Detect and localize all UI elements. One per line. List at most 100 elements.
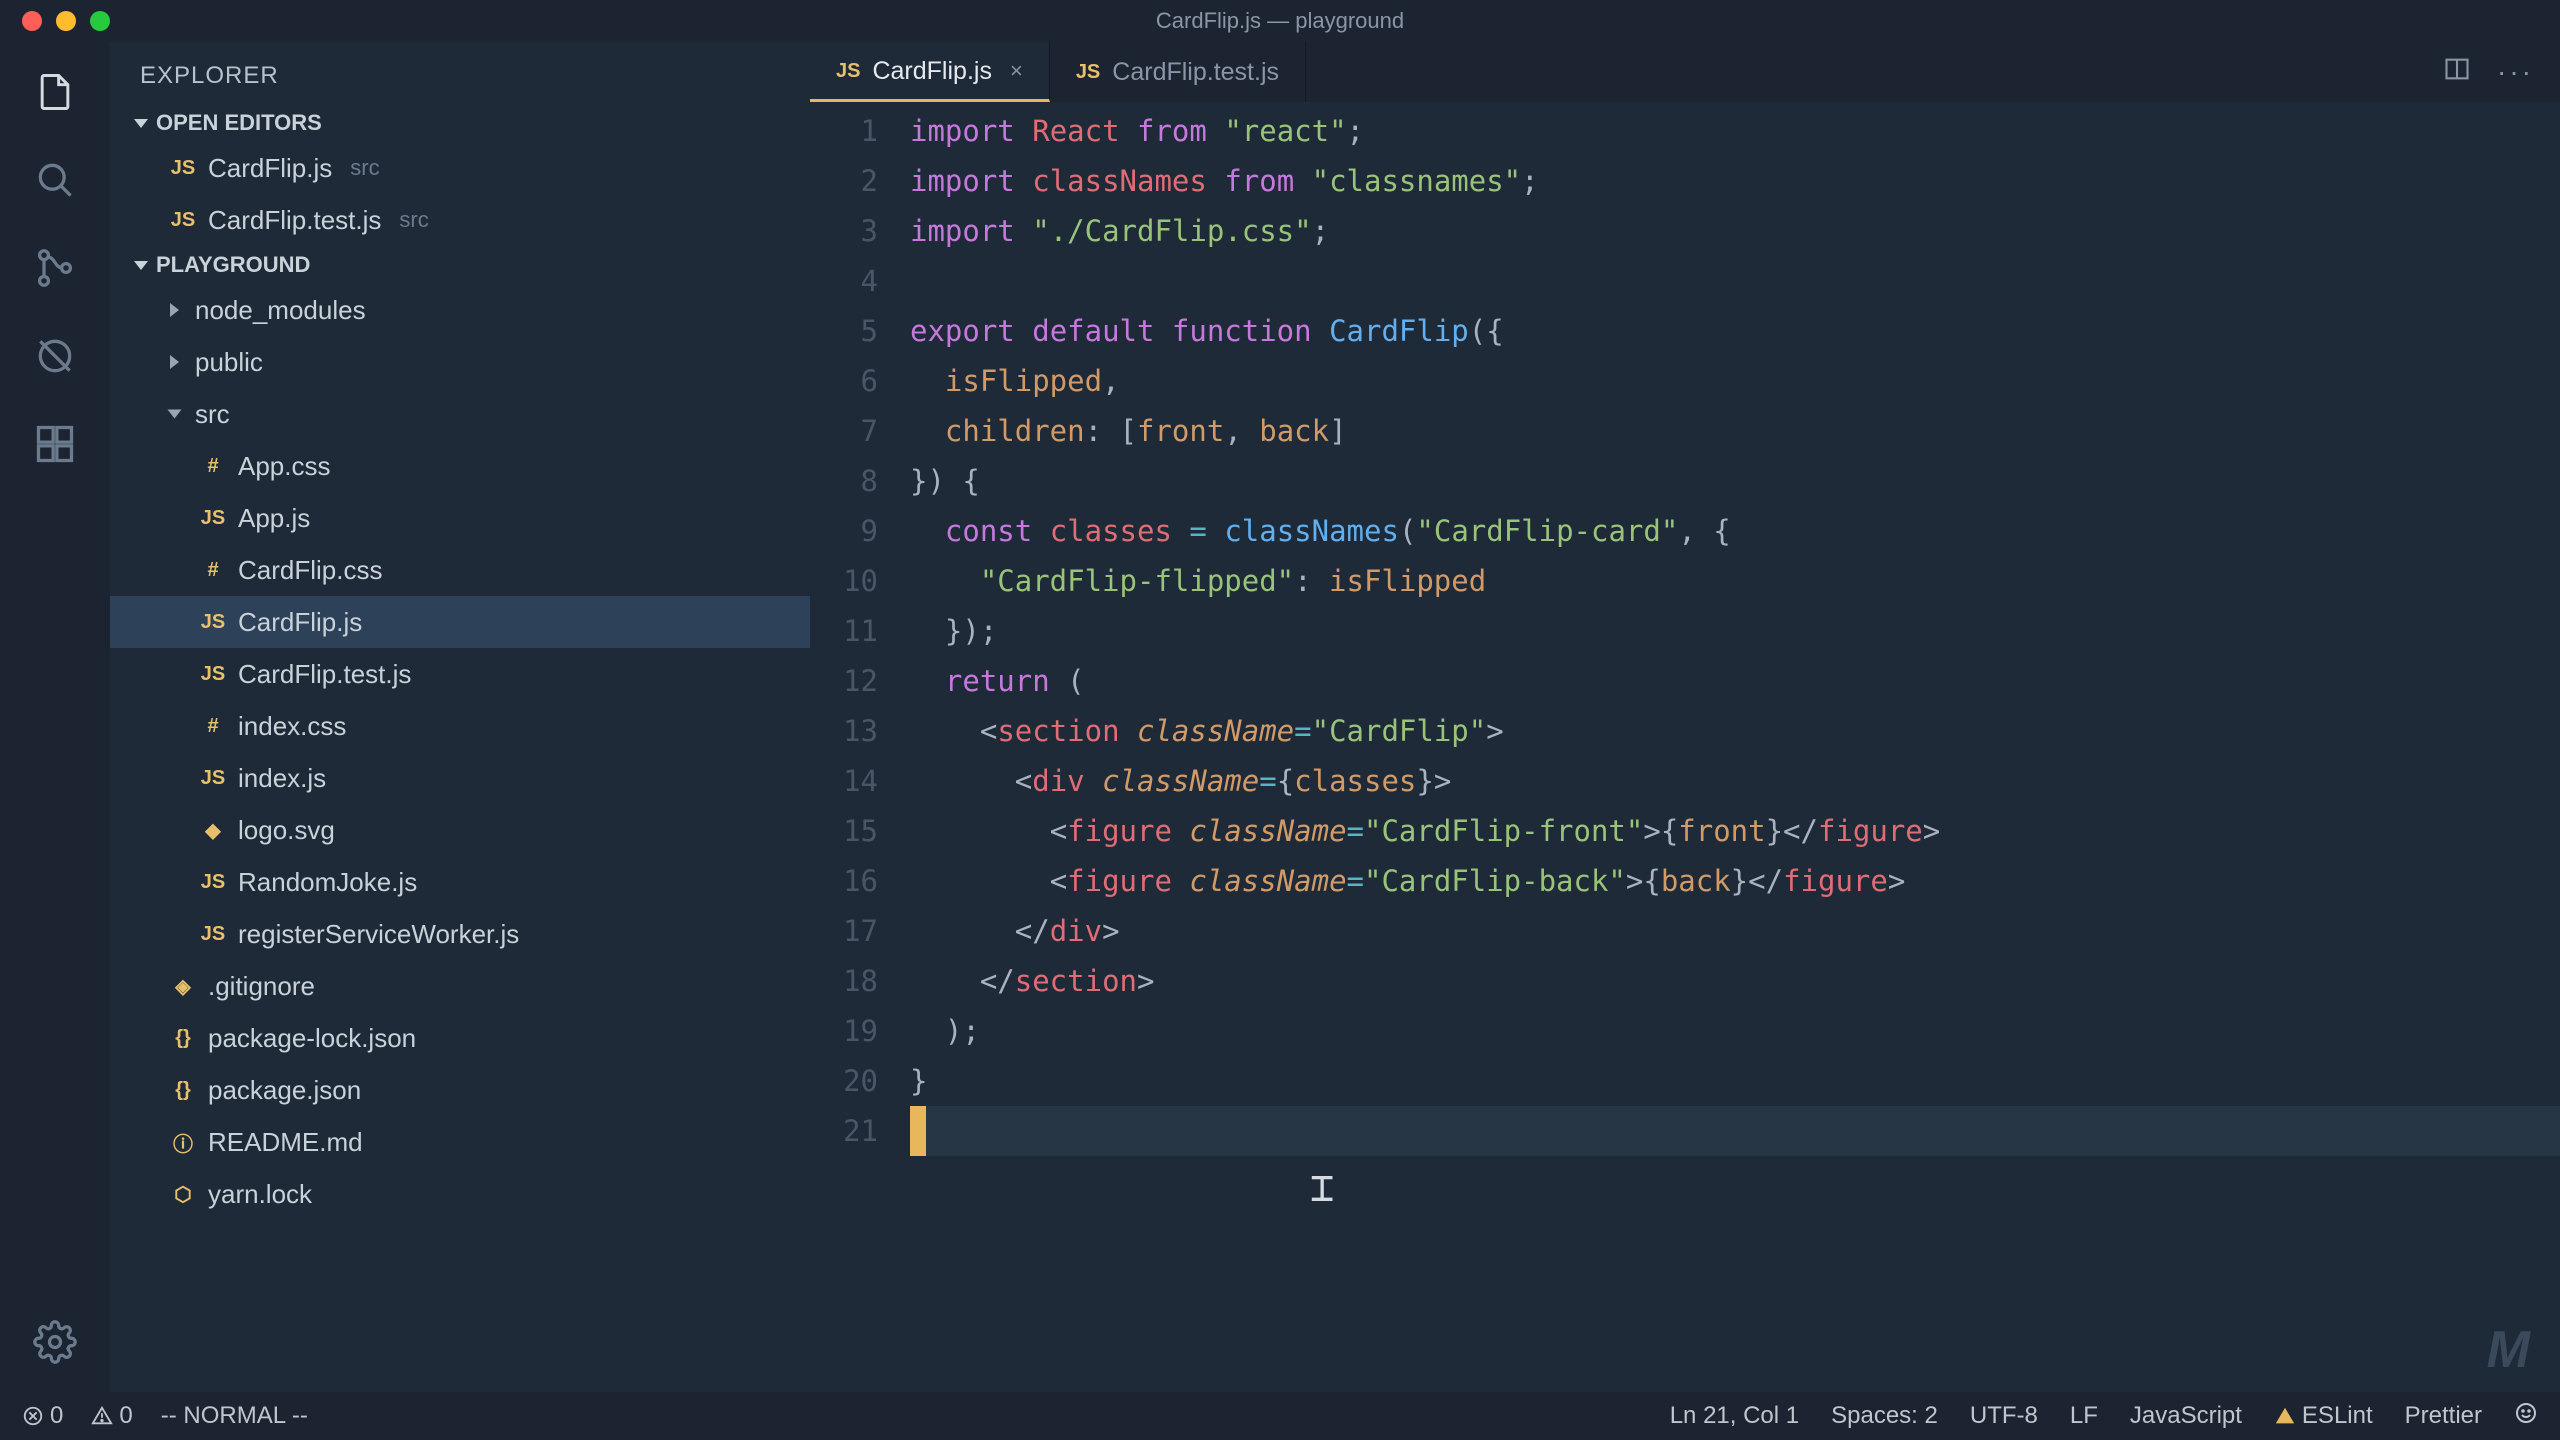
sidebar-title: EXPLORER (110, 42, 810, 104)
code-line[interactable]: ); (910, 1006, 2560, 1056)
file-type-icon: JS (200, 871, 226, 894)
chevron-icon (170, 303, 179, 317)
more-actions-icon[interactable]: ··· (2497, 56, 2534, 88)
file-item[interactable]: JSApp.js (110, 492, 810, 544)
window-minimize-button[interactable] (56, 11, 76, 31)
source-control-icon[interactable] (33, 246, 77, 290)
code-line[interactable]: export default function CardFlip({ (910, 306, 2560, 356)
cursor (910, 1106, 926, 1156)
file-type-icon: # (200, 455, 226, 478)
file-item[interactable]: JSCardFlip.test.js (110, 648, 810, 700)
project-header[interactable]: PLAYGROUND (110, 246, 810, 284)
indentation[interactable]: Spaces: 2 (1831, 1402, 1938, 1430)
open-editor-item[interactable]: JSCardFlip.jssrc (110, 142, 810, 194)
folder-item[interactable]: node_modules (110, 284, 810, 336)
status-warnings[interactable]: 0 (91, 1402, 132, 1430)
code-line[interactable]: isFlipped, (910, 356, 2560, 406)
file-item[interactable]: ⓘREADME.md (110, 1116, 810, 1168)
code-line[interactable]: const classes = classNames("CardFlip-car… (910, 506, 2560, 556)
chevron-icon (168, 410, 182, 419)
formatter[interactable]: Prettier (2405, 1402, 2482, 1430)
code-line[interactable] (910, 1106, 2560, 1156)
file-type-icon: {} (170, 1079, 196, 1102)
code-line[interactable]: return ( (910, 656, 2560, 706)
window-maximize-button[interactable] (90, 11, 110, 31)
code-editor[interactable]: 123456789101112131415161718192021 ⌶ impo… (810, 102, 2560, 1392)
file-item[interactable]: {}package-lock.json (110, 1012, 810, 1064)
editor-area: JSCardFlip.js×JSCardFlip.test.js ··· 123… (810, 42, 2560, 1392)
code-line[interactable]: } (910, 1056, 2560, 1106)
js-file-icon: JS (1076, 61, 1100, 84)
code-line[interactable]: import "./CardFlip.css"; (910, 206, 2560, 256)
code-line[interactable]: children: [front, back] (910, 406, 2560, 456)
titlebar: CardFlip.js — playground (0, 0, 2560, 42)
file-type-icon: {} (170, 1027, 196, 1050)
code-line[interactable]: import React from "react"; (910, 106, 2560, 156)
watermark-logo: M (2487, 1320, 2530, 1380)
file-item[interactable]: JSindex.js (110, 752, 810, 804)
file-item[interactable]: JSCardFlip.js (110, 596, 810, 648)
code-line[interactable]: </div> (910, 906, 2560, 956)
split-editor-icon[interactable] (2443, 55, 2471, 90)
code-line[interactable] (910, 256, 2560, 306)
file-type-icon: ◈ (170, 974, 196, 999)
cursor-position[interactable]: Ln 21, Col 1 (1670, 1402, 1799, 1430)
chevron-down-icon (134, 261, 148, 270)
code-line[interactable]: <figure className="CardFlip-back">{back}… (910, 856, 2560, 906)
tab-bar: JSCardFlip.js×JSCardFlip.test.js ··· (810, 42, 2560, 102)
chevron-icon (170, 355, 179, 369)
file-type-icon: # (200, 559, 226, 582)
debug-icon[interactable] (33, 334, 77, 378)
file-item[interactable]: #index.css (110, 700, 810, 752)
file-type-icon: JS (200, 663, 226, 686)
editor-tab[interactable]: JSCardFlip.js× (810, 42, 1050, 102)
text-cursor-icon: ⌶ (1310, 1174, 1334, 1202)
close-tab-icon[interactable]: × (1010, 58, 1023, 84)
code-content[interactable]: ⌶ import React from "react";import class… (910, 102, 2560, 1392)
search-icon[interactable] (33, 158, 77, 202)
code-line[interactable]: }); (910, 606, 2560, 656)
chevron-down-icon (134, 119, 148, 128)
status-errors[interactable]: 0 (22, 1402, 63, 1430)
file-item[interactable]: #CardFlip.css (110, 544, 810, 596)
settings-gear-icon[interactable] (33, 1320, 77, 1364)
file-item[interactable]: ◈.gitignore (110, 960, 810, 1012)
file-type-icon: JS (200, 507, 226, 530)
file-type-icon: ⬡ (170, 1182, 196, 1207)
sidebar: EXPLORER OPEN EDITORS JSCardFlip.jssrcJS… (110, 42, 810, 1392)
code-line[interactable]: </section> (910, 956, 2560, 1006)
code-line[interactable]: "CardFlip-flipped": isFlipped (910, 556, 2560, 606)
file-item[interactable]: {}package.json (110, 1064, 810, 1116)
extensions-icon[interactable] (33, 422, 77, 466)
code-line[interactable]: <section className="CardFlip"> (910, 706, 2560, 756)
js-file-icon: JS (836, 60, 860, 83)
line-number-gutter: 123456789101112131415161718192021 (810, 102, 910, 1392)
open-editor-item[interactable]: JSCardFlip.test.jssrc (110, 194, 810, 246)
eslint-status[interactable]: ESLint (2274, 1402, 2373, 1430)
file-type-icon: # (200, 715, 226, 738)
window-title: CardFlip.js — playground (1156, 8, 1404, 34)
file-type-icon: ⓘ (170, 1128, 196, 1157)
editor-tab[interactable]: JSCardFlip.test.js (1050, 42, 1306, 102)
language-mode[interactable]: JavaScript (2130, 1402, 2242, 1430)
file-item[interactable]: #App.css (110, 440, 810, 492)
open-editors-header[interactable]: OPEN EDITORS (110, 104, 810, 142)
file-item[interactable]: ◆logo.svg (110, 804, 810, 856)
file-type-icon: JS (200, 767, 226, 790)
code-line[interactable]: import classNames from "classnames"; (910, 156, 2560, 206)
file-type-icon: ◆ (200, 818, 226, 843)
encoding[interactable]: UTF-8 (1970, 1402, 2038, 1430)
eol[interactable]: LF (2070, 1402, 2098, 1430)
file-item[interactable]: ⬡yarn.lock (110, 1168, 810, 1220)
file-item[interactable]: JSregisterServiceWorker.js (110, 908, 810, 960)
code-line[interactable]: <div className={classes}> (910, 756, 2560, 806)
explorer-icon[interactable] (33, 70, 77, 114)
feedback-smiley-icon[interactable] (2514, 1401, 2538, 1432)
window-close-button[interactable] (22, 11, 42, 31)
folder-item[interactable]: public (110, 336, 810, 388)
vim-mode: -- NORMAL -- (161, 1402, 308, 1430)
code-line[interactable]: <figure className="CardFlip-front">{fron… (910, 806, 2560, 856)
file-item[interactable]: JSRandomJoke.js (110, 856, 810, 908)
code-line[interactable]: }) { (910, 456, 2560, 506)
folder-item[interactable]: src (110, 388, 810, 440)
